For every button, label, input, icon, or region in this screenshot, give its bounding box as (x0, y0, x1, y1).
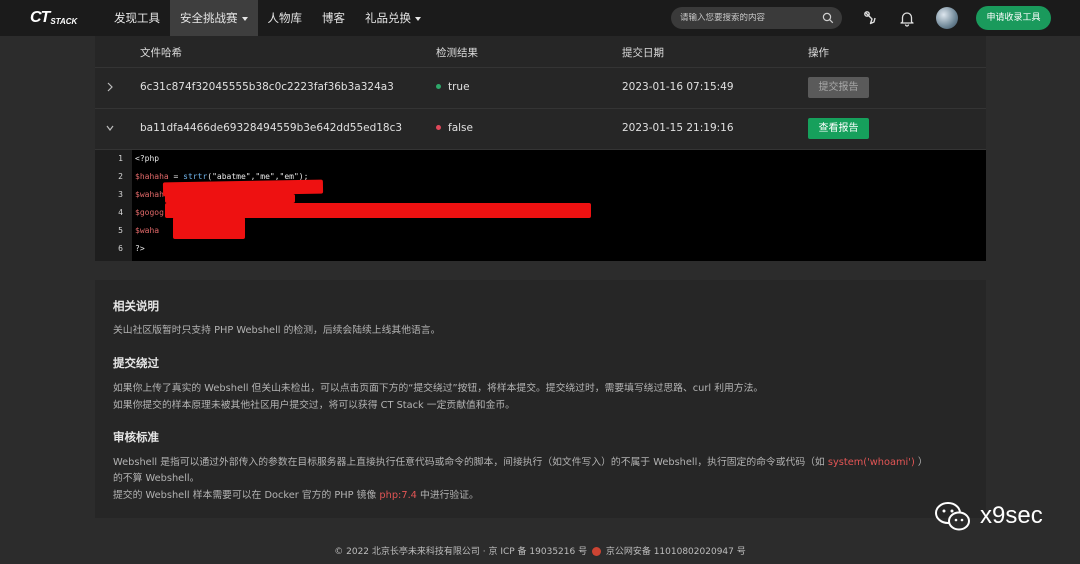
view-report-button[interactable]: 查看报告 (808, 118, 869, 139)
info-panel: 相关说明 关山社区版暂时只支持 PHP Webshell 的检测，后续会陆续上线… (95, 280, 986, 518)
criteria-text: Webshell 是指可以通过外部传入的参数在目标服务器上直接执行任意代码或命令… (113, 454, 928, 468)
detect-result: true (436, 81, 470, 93)
ct-stack-logo[interactable]: CT STACK (30, 9, 77, 27)
column-header-date: 提交日期 (622, 47, 664, 59)
submission-table: 文件哈希 检测结果 提交日期 操作 6c31c874f32045555b38c0… (95, 36, 986, 261)
footer-copyright[interactable]: © 2022 北京长亭未来科技有限公司 · 京 ICP 备 19035216 号 (334, 547, 587, 557)
column-header-hash: 文件哈希 (140, 47, 182, 59)
bypass-text: 如果你上传了真实的 Webshell 但关山未检出，可以点击页面下方的“提交绕过… (113, 383, 764, 394)
watermark: x9sec (934, 500, 1043, 532)
file-hash: ba11dfa4466de69328494559b3e642dd55ed18c3 (140, 122, 403, 134)
line-number: 4 (118, 208, 123, 217)
criteria-segment: 提交的 Webshell 样本需要可以在 Docker 官方的 PHP 镜像 (113, 490, 380, 501)
line-number-gutter: 1 2 3 4 5 6 (95, 150, 132, 261)
nav-label: 礼品兑换 (365, 11, 411, 25)
result-text: false (448, 122, 473, 134)
redaction-mark (165, 203, 591, 218)
main-nav: 发现工具 安全挑战赛 人物库 博客 礼品兑换 (104, 0, 431, 36)
nav-label: 人物库 (267, 11, 303, 25)
redaction-mark (165, 194, 295, 203)
top-navbar: CT STACK 发现工具 安全挑战赛 人物库 博客 礼品兑换 申请收录工具 (0, 0, 1080, 36)
submit-date: 2023-01-16 07:15:49 (622, 81, 734, 93)
nav-discover-tools[interactable]: 发现工具 (104, 0, 170, 36)
nav-blog[interactable]: 博客 (312, 0, 355, 36)
line-number: 6 (118, 244, 123, 253)
table-header: 文件哈希 检测结果 提交日期 操作 (95, 36, 986, 68)
bell-icon[interactable] (898, 9, 916, 27)
redaction-mark (173, 217, 245, 239)
inline-code: system('whoami') (827, 457, 915, 468)
apply-tool-button[interactable]: 申请收录工具 (976, 6, 1051, 30)
status-dot (436, 124, 441, 130)
logo-sub: STACK (50, 16, 78, 26)
line-number: 2 (118, 172, 123, 181)
code-line: $waha (135, 226, 160, 235)
search-input[interactable] (671, 13, 816, 23)
code-viewer: 1 2 3 4 5 6 <?php $hahaha = strtr("abatm… (95, 150, 986, 261)
table-row: 6c31c874f32045555b38c0c2223faf36b3a324a3… (95, 68, 986, 109)
code-line: $gogog (135, 208, 164, 217)
nav-label: 发现工具 (114, 11, 160, 25)
logo-mark: CT (30, 9, 50, 26)
section-title-criteria: 审核标准 (113, 430, 159, 444)
wechat-icon (935, 502, 970, 531)
table-row: ba11dfa4466de69328494559b3e642dd55ed18c3… (95, 109, 986, 150)
column-header-result: 检测结果 (436, 47, 478, 59)
criteria-segment: Webshell 是指可以通过外部传入的参数在目标服务器上直接执行任意代码或命令… (113, 457, 828, 468)
code-line: <?php (135, 154, 160, 163)
footer-police-record[interactable]: 京公网安备 11010802020947 号 (606, 547, 746, 557)
criteria-text: 的不算 Webshell。 (113, 473, 200, 484)
criteria-text: 提交的 Webshell 样本需要可以在 Docker 官方的 PHP 镜像 p… (113, 487, 479, 501)
submit-report-button[interactable]: 提交报告 (808, 77, 869, 98)
notes-text: 关山社区版暂时只支持 PHP Webshell 的检测，后续会陆续上线其他语言。 (113, 325, 441, 336)
section-title-notes: 相关说明 (113, 299, 159, 313)
code-variable: $hahaha (135, 172, 169, 181)
detect-result: false (436, 122, 473, 134)
chevron-right-icon[interactable] (105, 80, 115, 94)
code-line: ?> (135, 244, 145, 253)
code-operator: = (168, 172, 184, 181)
line-number: 3 (118, 190, 123, 199)
inline-code: php:7.4 (379, 490, 417, 501)
nav-label: 安全挑战赛 (180, 11, 238, 25)
code-line: $wahah (135, 190, 164, 199)
police-badge-icon (591, 547, 601, 556)
column-header-action: 操作 (808, 47, 829, 59)
code-function: strtr (183, 172, 208, 181)
user-avatar[interactable] (936, 7, 958, 29)
section-title-bypass: 提交绕过 (113, 356, 159, 370)
caret-down-icon (415, 16, 421, 21)
footer: © 2022 北京长亭未来科技有限公司 · 京 ICP 备 19035216 号… (0, 544, 1080, 557)
submit-date: 2023-01-15 21:19:16 (622, 122, 734, 134)
status-dot (436, 83, 441, 89)
caret-down-icon (241, 16, 248, 21)
search-icon[interactable] (822, 12, 834, 24)
line-number: 1 (118, 154, 123, 163)
bypass-text: 如果你提交的样本原理未被其他社区用户提交过，将可以获得 CT Stack 一定贡… (113, 400, 515, 411)
line-number: 5 (118, 226, 123, 235)
criteria-segment: ） (914, 457, 928, 468)
nav-people[interactable]: 人物库 (258, 0, 313, 36)
nav-label: 博客 (322, 11, 345, 25)
tool-icon[interactable] (861, 9, 879, 27)
nav-gift-exchange[interactable]: 礼品兑换 (355, 0, 431, 36)
search-box (671, 7, 842, 29)
file-hash: 6c31c874f32045555b38c0c2223faf36b3a324a3 (140, 81, 394, 93)
nav-security-challenge[interactable]: 安全挑战赛 (170, 0, 258, 36)
criteria-segment: 中进行验证。 (416, 490, 479, 501)
watermark-text: x9sec (980, 502, 1043, 529)
result-text: true (448, 81, 470, 93)
chevron-down-icon[interactable] (105, 121, 115, 135)
